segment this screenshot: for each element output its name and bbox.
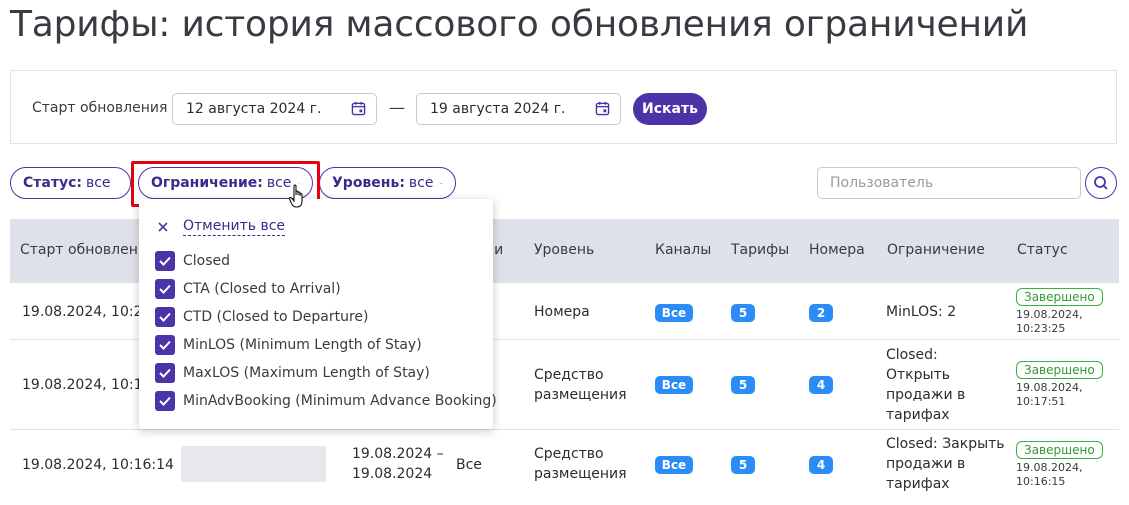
status-time: 19.08.2024, 10:23:25: [1016, 308, 1083, 335]
status-badge: Завершено: [1016, 288, 1103, 306]
status-filter-value: все: [85, 175, 111, 191]
restriction-option-maxlos[interactable]: MaxLOS (Maximum Length of Stay): [155, 363, 430, 383]
status-time: 19.08.2024, 10:16:15: [1016, 461, 1083, 488]
rooms-badge: 2: [809, 304, 833, 322]
blurred-user: [181, 446, 326, 482]
hand-cursor-icon: [288, 184, 303, 208]
status-time: 19.08.2024, 10:17:51: [1016, 381, 1083, 408]
option-label: Closed: [183, 253, 231, 269]
option-label: CTD (Closed to Departure): [183, 309, 369, 325]
restriction-option-cta[interactable]: CTA (Closed to Arrival): [155, 279, 341, 299]
search-icon: [1094, 176, 1108, 190]
header-level: Уровень: [534, 242, 595, 258]
channels-badge: Все: [655, 304, 693, 322]
table-row[interactable]: 19.08.2024, 10:16:14 19.08.2024 – 19.08.…: [10, 430, 1119, 496]
row-restriction: MinLOS: 2: [886, 304, 957, 320]
checkbox[interactable]: [155, 307, 175, 327]
restriction-option-closed[interactable]: Closed: [155, 251, 230, 271]
row-period: 19.08.2024 – 19.08.2024: [352, 446, 444, 482]
row-start: 19.08.2024, 10:17:: [22, 377, 157, 393]
check-icon: [159, 256, 171, 266]
search-panel: Старт обновления 12 августа 2024 г. — 19…: [10, 70, 1117, 144]
clear-all-label: Отменить все: [183, 218, 286, 236]
search-button[interactable]: Искать: [633, 93, 707, 125]
date-separator: —: [389, 98, 405, 117]
row-start: 19.08.2024, 10:23:: [22, 304, 157, 320]
header-restriction: Ограничение: [887, 242, 985, 258]
rates-badge: 5: [731, 304, 755, 322]
check-icon: [159, 340, 171, 350]
restriction-dropdown: Отменить все Closed CTA (Closed to Arriv…: [139, 199, 497, 429]
rates-badge: 5: [731, 456, 755, 474]
calendar-icon[interactable]: [351, 101, 366, 116]
option-label: MinAdvBooking (Minimum Advance Booking): [183, 393, 497, 409]
row-level: Номера: [534, 304, 590, 320]
user-search-input[interactable]: [817, 167, 1081, 199]
clear-all-button[interactable]: Отменить все: [157, 218, 286, 236]
restriction-option-minadvbooking[interactable]: MinAdvBooking (Minimum Advance Booking): [155, 391, 497, 411]
check-icon: [159, 312, 171, 322]
user-search-button[interactable]: [1085, 167, 1117, 199]
check-icon: [159, 396, 171, 406]
rooms-badge: 4: [809, 456, 833, 474]
chevron-down-icon: [440, 182, 443, 184]
row-start: 19.08.2024, 10:16:14: [22, 457, 174, 473]
row-level: Средство размещения: [534, 367, 627, 403]
row-days: Все: [456, 457, 482, 473]
status-filter-label: Статус:: [23, 175, 82, 191]
status-badge: Завершено: [1016, 441, 1103, 459]
status-filter[interactable]: Статус: все: [10, 167, 131, 199]
restriction-option-minlos[interactable]: MinLOS (Minimum Length of Stay): [155, 335, 422, 355]
header-rooms: Номера: [809, 242, 865, 258]
close-icon: [158, 222, 168, 232]
checkbox[interactable]: [155, 363, 175, 383]
level-filter-label: Уровень:: [332, 175, 405, 191]
date-to-input[interactable]: 19 августа 2024 г.: [416, 93, 621, 125]
header-rates: Тарифы: [731, 242, 790, 258]
page-title: Тарифы: история массового обновления огр…: [10, 4, 1029, 45]
date-to-value: 19 августа 2024 г.: [430, 101, 566, 117]
option-label: MaxLOS (Maximum Length of Stay): [183, 365, 430, 381]
row-restriction: Closed: Открыть продажи в тарифах: [886, 347, 966, 423]
level-filter[interactable]: Уровень: все: [319, 167, 456, 199]
rooms-badge: 4: [809, 376, 833, 394]
checkbox[interactable]: [155, 335, 175, 355]
date-from-value: 12 августа 2024 г.: [186, 101, 322, 117]
start-update-label: Старт обновления: [32, 100, 168, 116]
header-channels: Каналы: [655, 242, 712, 258]
restriction-filter-label: Ограничение:: [151, 175, 263, 191]
date-from-input[interactable]: 12 августа 2024 г.: [172, 93, 377, 125]
rates-badge: 5: [731, 376, 755, 394]
row-level: Средство размещения: [534, 446, 627, 482]
check-icon: [159, 368, 171, 378]
restriction-filter[interactable]: Ограничение: все: [138, 167, 313, 199]
status-badge: Завершено: [1016, 361, 1103, 379]
checkbox[interactable]: [155, 391, 175, 411]
channels-badge: Все: [655, 376, 693, 394]
level-filter-value: все: [408, 175, 434, 191]
calendar-icon[interactable]: [595, 101, 610, 116]
checkbox[interactable]: [155, 279, 175, 299]
checkbox[interactable]: [155, 251, 175, 271]
header-status: Статус: [1017, 242, 1068, 258]
restriction-option-ctd[interactable]: CTD (Closed to Departure): [155, 307, 369, 327]
check-icon: [159, 284, 171, 294]
option-label: MinLOS (Minimum Length of Stay): [183, 337, 422, 353]
channels-badge: Все: [655, 456, 693, 474]
header-start: Старт обновления: [20, 242, 156, 258]
option-label: CTA (Closed to Arrival): [183, 281, 341, 297]
row-restriction: Closed: Закрыть продажи в тарифах: [886, 436, 1005, 492]
